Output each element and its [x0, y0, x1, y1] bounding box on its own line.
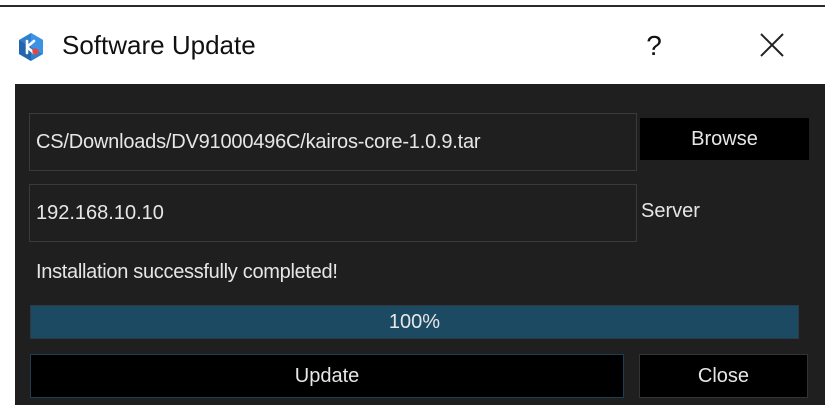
close-icon[interactable]: [748, 24, 796, 68]
kairos-logo-icon: [19, 33, 43, 61]
dialog-body: CS/Downloads/DV91000496C/kairos-core-1.0…: [15, 84, 825, 405]
update-button[interactable]: Update: [30, 354, 624, 398]
server-address-input[interactable]: 192.168.10.10: [29, 184, 637, 242]
background-window-edge: [0, 5, 825, 7]
title-bar: Software Update ?: [0, 12, 825, 84]
file-path-input[interactable]: CS/Downloads/DV91000496C/kairos-core-1.0…: [29, 113, 637, 171]
window-title: Software Update: [62, 30, 256, 60]
progress-label: 100%: [388, 311, 441, 333]
server-label: Server: [641, 200, 700, 222]
background-window-strip: [0, 0, 825, 12]
browse-button[interactable]: Browse: [640, 118, 809, 160]
help-button[interactable]: ?: [634, 26, 674, 66]
close-button[interactable]: Close: [639, 354, 808, 398]
status-message: Installation successfully completed!: [36, 261, 338, 283]
progress-bar: 100%: [30, 305, 799, 339]
